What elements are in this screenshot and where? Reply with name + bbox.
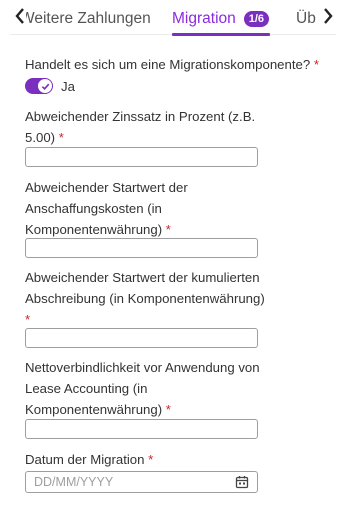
scroll-right-arrow[interactable] bbox=[318, 6, 338, 30]
required-mark: * bbox=[25, 312, 31, 327]
tab-migration[interactable]: Migration 1/6 bbox=[172, 10, 270, 28]
chevron-left-icon bbox=[15, 7, 25, 29]
nettoverbindlichkeit-label-text: Nettoverbindlichkeit vor Anwendung von L… bbox=[25, 360, 260, 417]
abschreibung-label-text: Abweichender Startwert der kumulierten A… bbox=[25, 270, 265, 306]
required-mark: * bbox=[148, 452, 154, 467]
zinssatz-input[interactable] bbox=[25, 147, 258, 167]
check-icon bbox=[41, 82, 50, 91]
migration-question-text: Handelt es sich um eine Migrationskompon… bbox=[25, 57, 311, 72]
anschaffungskosten-label-text: Abweichender Startwert der Anschaffungsk… bbox=[25, 180, 188, 237]
nettoverbindlichkeit-input[interactable] bbox=[25, 419, 258, 439]
tab-bar: Weitere Zahlungen Migration 1/6 Übersich… bbox=[0, 0, 346, 36]
migration-toggle-row: Ja bbox=[25, 76, 75, 96]
datum-label: Datum der Migration * bbox=[25, 449, 265, 470]
anschaffungskosten-label: Abweichender Startwert der Anschaffungsk… bbox=[25, 177, 235, 240]
datum-placeholder: DD/MM/YYYY bbox=[34, 475, 114, 489]
tab-migration-label: Migration bbox=[172, 10, 236, 27]
chevron-right-icon bbox=[323, 7, 333, 29]
zinssatz-label: Abweichender Zinssatz in Prozent (z.B. 5… bbox=[25, 106, 257, 148]
datum-label-text: Datum der Migration bbox=[25, 452, 145, 467]
required-mark: * bbox=[58, 130, 64, 145]
datum-input[interactable]: DD/MM/YYYY bbox=[25, 471, 258, 493]
calendar-icon[interactable] bbox=[235, 475, 249, 489]
abschreibung-label: Abweichender Startwert der kumulierten A… bbox=[25, 267, 265, 330]
migration-question-label: Handelt es sich um eine Migrationskompon… bbox=[25, 54, 325, 75]
tab-uebersicht[interactable]: Übersicht bbox=[296, 10, 316, 28]
anschaffungskosten-input[interactable] bbox=[25, 238, 258, 258]
toggle-state-label: Ja bbox=[61, 78, 75, 94]
required-mark: * bbox=[313, 57, 319, 72]
step-badge: 1/6 bbox=[243, 11, 270, 27]
abschreibung-input[interactable] bbox=[25, 328, 258, 348]
toggle-knob bbox=[38, 79, 52, 93]
migration-toggle[interactable] bbox=[25, 78, 53, 94]
tab-weitere-zahlungen[interactable]: Weitere Zahlungen bbox=[26, 10, 151, 28]
active-tab-indicator bbox=[172, 33, 270, 36]
nettoverbindlichkeit-label: Nettoverbindlichkeit vor Anwendung von L… bbox=[25, 357, 265, 420]
required-mark: * bbox=[165, 222, 171, 237]
required-mark: * bbox=[165, 402, 171, 417]
tabs-viewport: Weitere Zahlungen Migration 1/6 Übersich… bbox=[26, 0, 316, 36]
